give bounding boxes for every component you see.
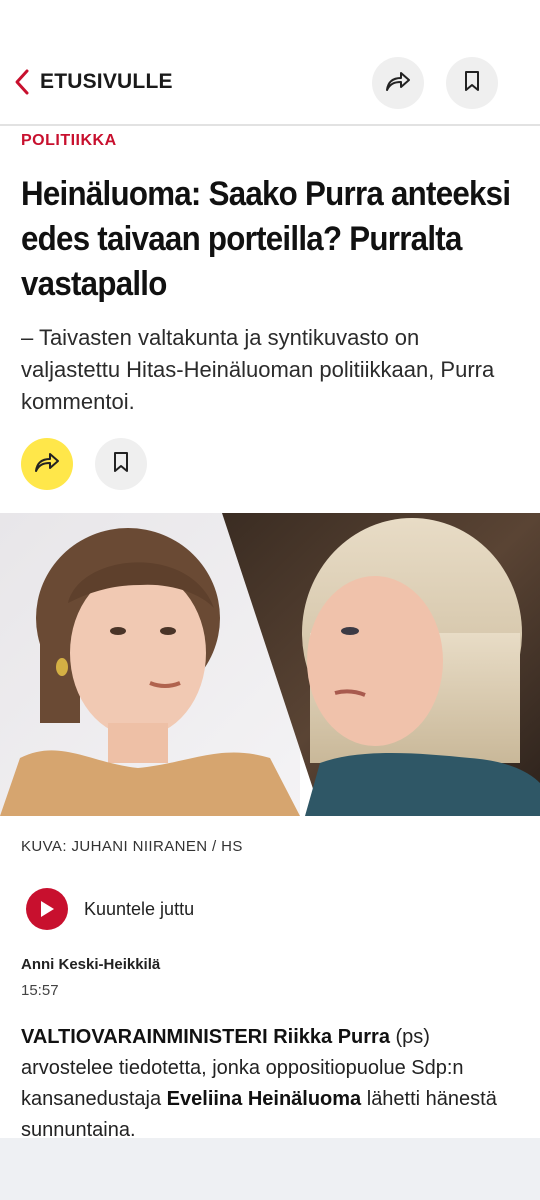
bookmark-icon [463, 70, 481, 97]
body-person-name: Riikka Purra [273, 1026, 390, 1048]
share-button[interactable] [372, 57, 424, 109]
article-body: VALTIOVARAINMINISTERI Riikka Purra (ps) … [21, 1022, 521, 1146]
share-arrow-icon [384, 69, 412, 98]
back-label: ETUSIVULLE [40, 70, 173, 93]
body-emphasis: VALTIOVARAINMINISTERI [21, 1026, 268, 1048]
bookmark-article-button[interactable] [95, 438, 147, 490]
listen-button[interactable]: Kuuntele juttu [26, 888, 194, 930]
article-lead: – Taivasten valtakunta ja syntikuvasto o… [21, 325, 495, 414]
publish-time: 15:57 [21, 982, 59, 999]
author-name[interactable]: Anni Keski-Heikkilä [21, 956, 160, 973]
top-bar: ETUSIVULLE [0, 0, 540, 126]
article-photo[interactable] [0, 513, 540, 816]
body-person-name: Eveliina Heinäluoma [166, 1088, 362, 1110]
section-label[interactable]: POLITIIKKA [21, 132, 117, 150]
bottom-navigation-bar [0, 1138, 540, 1200]
bookmark-button[interactable] [446, 57, 498, 109]
chevron-left-icon [14, 68, 30, 96]
share-article-button[interactable] [21, 438, 73, 490]
listen-label: Kuuntele juttu [84, 898, 195, 919]
photo-credit: KUVA: JUHANI NIIRANEN / HS [21, 838, 243, 855]
bookmark-icon [112, 451, 130, 478]
back-button[interactable]: ETUSIVULLE [14, 64, 173, 100]
play-icon [26, 888, 68, 930]
article-headline: Heinäluoma: Saako Purra anteeksi edes ta… [21, 175, 511, 303]
share-arrow-icon [33, 450, 61, 479]
